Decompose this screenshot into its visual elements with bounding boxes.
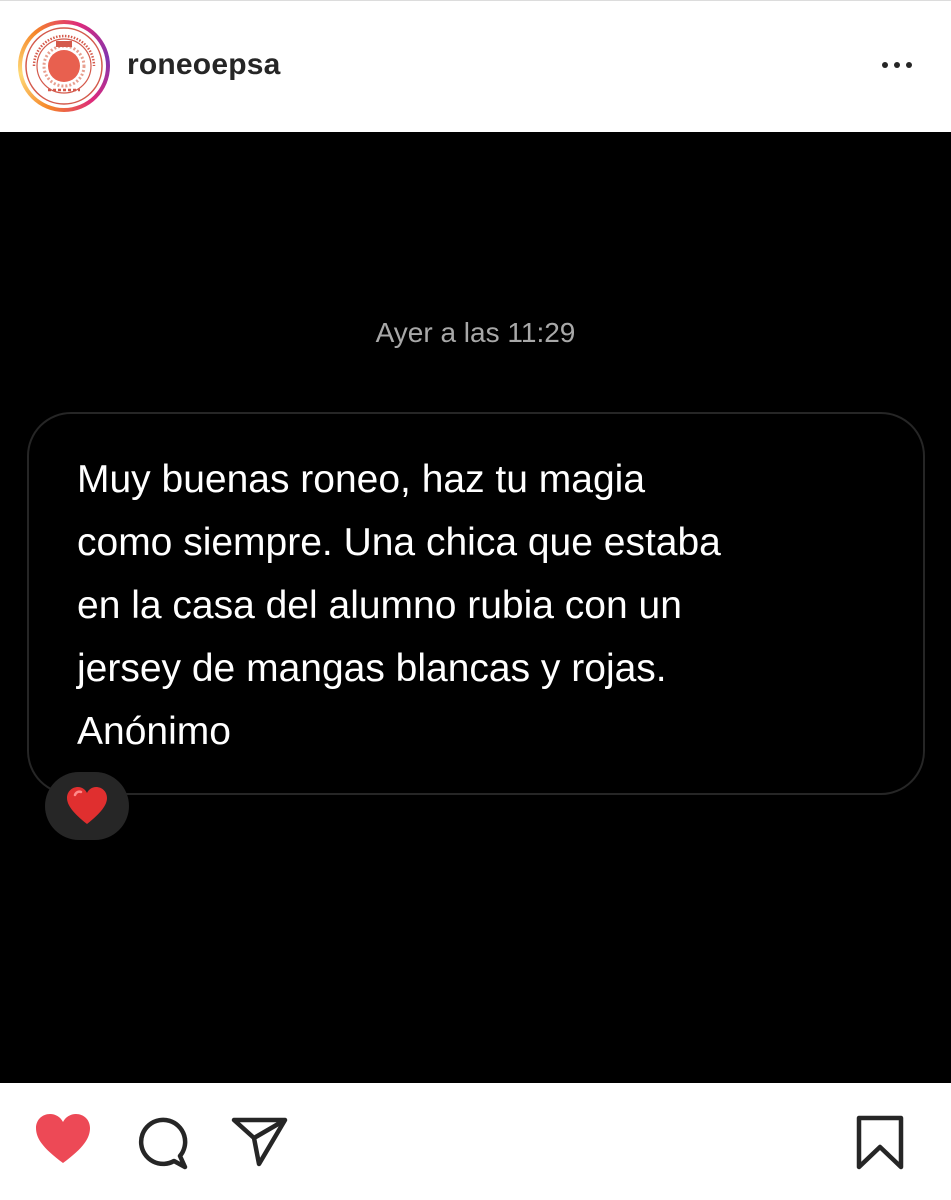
comment-icon[interactable] <box>134 1116 188 1175</box>
avatar[interactable] <box>22 24 106 108</box>
message-signature: Anónimo <box>77 710 231 753</box>
reaction-badge <box>45 772 129 840</box>
more-dot <box>894 62 900 68</box>
bookmark-icon[interactable] <box>855 1115 905 1176</box>
heart-reaction-icon <box>67 787 107 824</box>
message-line: jersey de mangas blancas y rojas. <box>77 647 667 690</box>
more-options-icon[interactable] <box>872 52 922 78</box>
message-timestamp: Ayer a las 11:29 <box>375 317 576 348</box>
more-dot <box>906 62 912 68</box>
story-ring[interactable] <box>18 20 110 112</box>
more-dot <box>882 62 888 68</box>
post-header: roneoepsa <box>0 0 951 132</box>
message-bubble: Muy buenas roneo, haz tu magia como siem… <box>27 412 925 795</box>
share-icon[interactable] <box>231 1116 289 1173</box>
username[interactable]: roneoepsa <box>127 48 281 82</box>
message-line: en la casa del alumno rubia con un <box>77 584 682 627</box>
university-seal-icon <box>24 26 104 106</box>
action-bar <box>0 1083 951 1200</box>
message-line: Muy buenas roneo, haz tu magia <box>77 458 646 501</box>
post-image[interactable]: Ayer a las 11:29 Muy buenas roneo, haz t… <box>0 132 951 1083</box>
heart-icon[interactable] <box>34 1113 92 1170</box>
message-line: como siempre. Una chica que estaba <box>77 521 721 564</box>
